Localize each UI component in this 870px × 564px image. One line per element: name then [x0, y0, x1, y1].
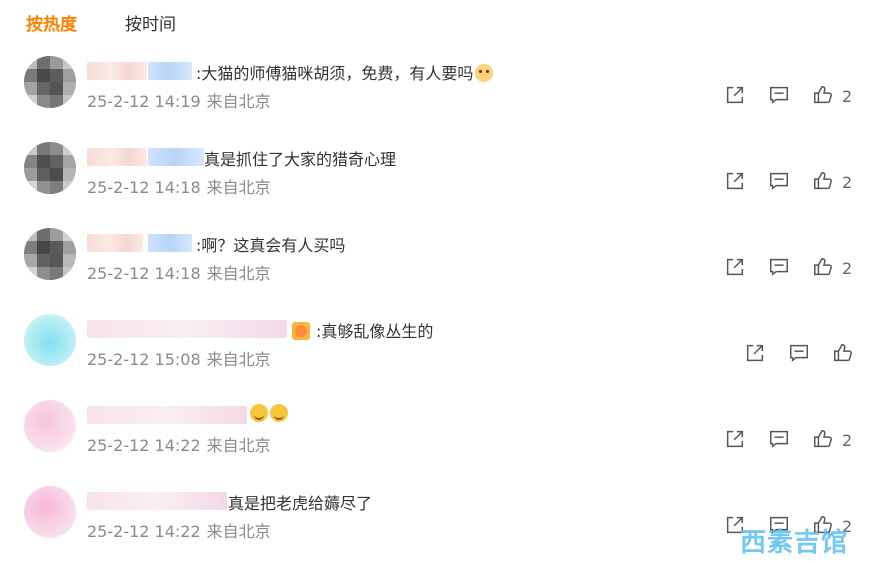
comment-location: 来自北京 [206, 436, 271, 455]
avatar[interactable] [24, 56, 76, 108]
avatar[interactable] [24, 228, 76, 280]
comment-date: 25-2-12 14:22 [87, 522, 201, 541]
username[interactable] [87, 320, 287, 338]
comment-date: 25-2-12 14:19 [87, 92, 201, 111]
comment-location: 来自北京 [206, 92, 271, 111]
thumbs-up-icon[interactable] [812, 84, 836, 108]
thumbs-up-icon[interactable] [812, 256, 836, 280]
comment-icon[interactable] [768, 428, 792, 452]
comment-text: :真够乱像丛生的 [290, 318, 433, 342]
comment-location: 来自北京 [206, 178, 271, 197]
comment-meta: 25-2-12 14:22 来自北京 [87, 432, 271, 456]
comment-location: 来自北京 [206, 264, 271, 283]
share-icon[interactable] [724, 84, 748, 108]
comment-icon[interactable] [768, 170, 792, 194]
avatar[interactable] [24, 142, 76, 194]
comment-location: 来自北京 [206, 350, 271, 369]
comment-text: 真是把老虎给薅尽了 [228, 494, 373, 513]
comment-icon[interactable] [788, 342, 812, 366]
comment-text [248, 404, 288, 423]
username[interactable] [87, 492, 227, 510]
share-icon[interactable] [724, 256, 748, 280]
comment-location: 来自北京 [206, 522, 271, 541]
smile-emoji-icon [270, 404, 288, 422]
crown-emoji-icon [292, 322, 310, 340]
username[interactable] [87, 62, 147, 80]
comment-item: 25-2-12 14:22 来自北京 2 [0, 392, 870, 478]
avatar[interactable] [24, 486, 76, 538]
comment-icon[interactable] [768, 84, 792, 108]
avatar[interactable] [24, 314, 76, 366]
username[interactable] [87, 234, 143, 252]
user-badge [148, 62, 192, 80]
avatar[interactable] [24, 400, 76, 452]
comment-meta: 25-2-12 14:19 来自北京 [87, 88, 271, 112]
sort-by-hot-tab[interactable]: 按热度 [26, 10, 77, 35]
cat-face-icon [475, 64, 494, 82]
like-count: 2 [842, 173, 853, 192]
user-badge [148, 234, 192, 252]
comment-date: 25-2-12 14:22 [87, 436, 201, 455]
comment-text: :啊？这真会有人买吗 [196, 236, 346, 255]
like-count: 2 [842, 87, 853, 106]
comment-meta: 25-2-12 14:18 来自北京 [87, 174, 271, 198]
like-count: 2 [842, 431, 853, 450]
comment-icon[interactable] [768, 256, 792, 280]
comment-item: :真够乱像丛生的 25-2-12 15:08 来自北京 [0, 306, 870, 392]
comment-meta: 25-2-12 14:18 来自北京 [87, 260, 271, 284]
thumbs-up-icon[interactable] [812, 428, 836, 452]
username[interactable] [87, 406, 247, 424]
smile-emoji-icon [250, 404, 268, 422]
comment-date: 25-2-12 14:18 [87, 178, 201, 197]
comment-item: :大猫的师傅猫咪胡须，免费，有人要吗 25-2-12 14:19 来自北京 2 [0, 48, 870, 134]
comment-text: :大猫的师傅猫咪胡须，免费，有人要吗 [196, 60, 494, 84]
comment-meta: 25-2-12 14:22 来自北京 [87, 518, 271, 542]
sort-by-time-tab[interactable]: 按时间 [125, 10, 176, 35]
watermark: 西素吉馆 [740, 528, 849, 558]
like-count: 2 [842, 259, 853, 278]
comment-date: 25-2-12 15:08 [87, 350, 201, 369]
thumbs-up-icon[interactable] [812, 170, 836, 194]
comment-item: 真是抓住了大家的猎奇心理 25-2-12 14:18 来自北京 2 [0, 134, 870, 220]
comment-date: 25-2-12 14:18 [87, 264, 201, 283]
share-icon[interactable] [724, 170, 748, 194]
sort-tabs: 按热度 按时间 [0, 0, 870, 44]
comment-text: 真是抓住了大家的猎奇心理 [204, 150, 397, 169]
user-badge [148, 148, 204, 166]
thumbs-up-icon[interactable] [832, 342, 856, 366]
share-icon[interactable] [744, 342, 768, 366]
username[interactable] [87, 148, 147, 166]
comment-item: :啊？这真会有人买吗 25-2-12 14:18 来自北京 2 [0, 220, 870, 306]
share-icon[interactable] [724, 428, 748, 452]
comment-meta: 25-2-12 15:08 来自北京 [87, 346, 271, 370]
